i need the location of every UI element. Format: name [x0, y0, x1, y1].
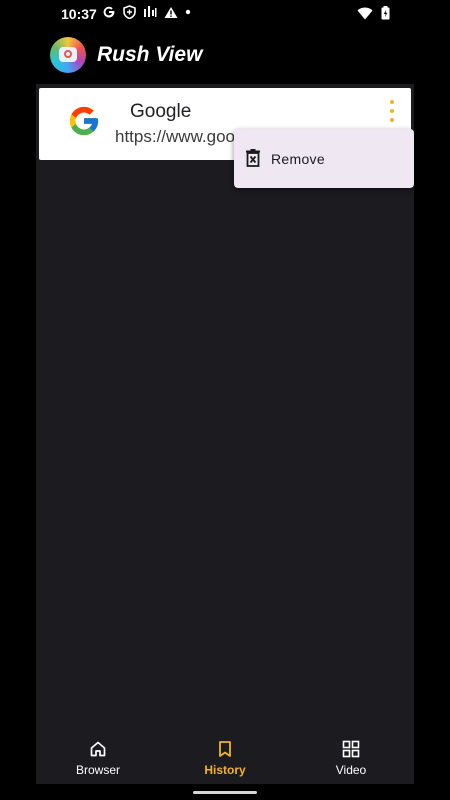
history-item-title: Google	[130, 101, 192, 122]
history-item-url: https://www.goo	[115, 127, 236, 146]
status-icons-right	[357, 6, 390, 20]
status-time: 10:37	[61, 6, 97, 22]
nav-item-browser[interactable]: Browser	[53, 740, 143, 777]
nav-item-video[interactable]: Video	[306, 740, 396, 777]
popup-menu: Remove	[234, 129, 414, 188]
status-icons-left	[102, 5, 191, 19]
app-title: Rush View	[97, 43, 203, 66]
bookmark-icon	[219, 741, 231, 757]
app-logo-icon	[50, 37, 86, 73]
bottom-nav: Browser History Video	[36, 722, 414, 784]
shield-icon	[123, 5, 136, 19]
app-bar: Rush View	[36, 28, 414, 84]
more-options-icon[interactable]	[387, 100, 397, 122]
nav-label-browser: Browser	[75, 763, 120, 777]
phone-screen: 10:37 Rush View Google https://www.goo R…	[36, 0, 414, 800]
google-icon	[69, 106, 99, 136]
battery-icon	[381, 6, 390, 20]
nav-item-history[interactable]: History	[180, 740, 270, 777]
signal-bars-icon	[144, 6, 157, 17]
gesture-handle[interactable]	[193, 791, 257, 794]
gesture-bar	[36, 784, 414, 800]
dot-icon	[185, 9, 191, 15]
home-icon	[90, 741, 106, 757]
remove-icon	[246, 149, 260, 167]
wifi-icon	[357, 7, 373, 19]
google-g-icon	[103, 6, 115, 18]
menu-item-remove[interactable]: Remove	[234, 129, 414, 188]
warning-icon	[164, 6, 178, 18]
grid-icon	[342, 740, 360, 758]
nav-label-history: History	[204, 763, 246, 777]
status-bar: 10:37	[36, 0, 414, 28]
menu-item-label: Remove	[271, 151, 325, 167]
nav-label-video: Video	[335, 763, 367, 777]
